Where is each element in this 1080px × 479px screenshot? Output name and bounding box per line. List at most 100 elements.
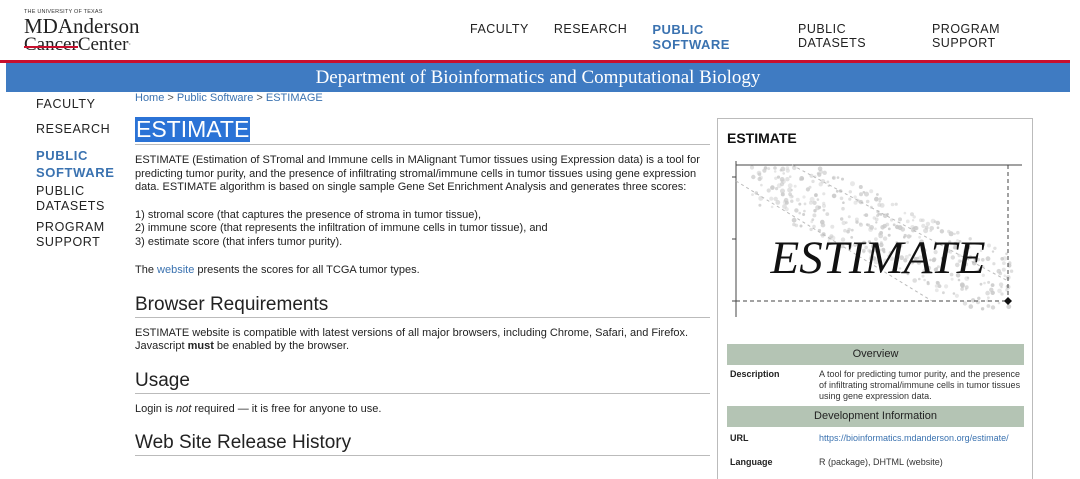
url-row: URL https://bioinformatics.mdanderson.or… — [727, 427, 1024, 448]
scatter-dot — [822, 192, 826, 196]
top-nav-faculty[interactable]: FACULTY — [470, 22, 529, 52]
scatter-dot — [869, 189, 874, 194]
scatter-dot — [855, 220, 859, 224]
scatter-dot — [842, 201, 845, 204]
estimate-logo-image: ESTIMATE — [732, 161, 1022, 317]
scatter-dot — [858, 185, 863, 189]
scatter-dot — [773, 166, 777, 170]
side-nav-public-software[interactable]: PUBLIC SOFTWARE — [36, 147, 116, 181]
scatter-dot — [794, 208, 799, 213]
top-nav-public-software[interactable]: PUBLIC SOFTWARE — [652, 22, 773, 52]
scatter-dot — [998, 282, 1004, 287]
side-nav-program-support[interactable]: PROGRAM SUPPORT — [36, 220, 106, 250]
scatter-dot — [960, 287, 964, 291]
scatter-dot — [848, 197, 852, 201]
scatter-dot — [853, 195, 857, 199]
javascript-must: must — [187, 340, 214, 352]
browser-requirements-heading: Browser Requirements — [135, 294, 710, 318]
scatter-dot — [758, 195, 764, 201]
scatter-dot — [793, 184, 797, 188]
scatter-dot — [996, 268, 1002, 274]
top-nav-program-support[interactable]: PROGRAM SUPPORT — [932, 22, 1055, 52]
scatter-dot — [769, 196, 774, 201]
scatter-dot — [756, 170, 762, 176]
scatter-dot — [903, 211, 907, 215]
scatter-dot — [874, 227, 877, 231]
website-text-post: presents the scores for all TCGA tumor t… — [194, 264, 420, 276]
scatter-dot — [985, 290, 990, 296]
side-nav-faculty[interactable]: FACULTY — [36, 97, 126, 112]
javascript-text-pre: Javascript — [135, 340, 188, 352]
scatter-dot — [878, 200, 881, 203]
scatter-dot — [758, 203, 762, 207]
scatter-dot — [962, 301, 968, 306]
scatter-dot — [841, 206, 845, 211]
scatter-dot — [822, 203, 826, 208]
scatter-dot — [808, 185, 812, 189]
website-link[interactable]: website — [157, 264, 194, 276]
scatter-dot — [785, 177, 790, 182]
scatter-dot — [925, 221, 931, 227]
scatter-dot — [910, 212, 914, 217]
scatter-dot — [935, 220, 941, 226]
scatter-dot — [942, 291, 945, 295]
scatter-dot — [767, 167, 771, 171]
breadcrumb-home[interactable]: Home — [135, 92, 164, 104]
scatter-dot — [859, 192, 863, 197]
scatter-dot — [830, 224, 835, 229]
main-content: Home > Public Software > ESTIMAGE ESTIMA… — [135, 92, 710, 456]
scatter-dot — [802, 213, 806, 216]
scatter-dot — [835, 189, 839, 193]
scatter-dot — [780, 192, 785, 197]
scatter-dot — [820, 222, 826, 228]
scatter-dot — [791, 217, 797, 223]
score-item-stromal: 1) stromal score (that captures the pres… — [135, 208, 482, 221]
scatter-dot — [799, 176, 805, 181]
website-paragraph: The website presents the scores for all … — [135, 264, 710, 278]
scatter-dot — [784, 207, 789, 212]
javascript-text-post: be enabled by the browser. — [213, 340, 350, 352]
page-title: ESTIMATE — [135, 116, 251, 142]
logo-center-text: CancerCenter· — [24, 34, 132, 55]
scatter-dot — [816, 198, 820, 201]
side-nav-research[interactable]: RESEARCH — [36, 122, 126, 137]
logo-cancer-text: Cancer — [24, 34, 78, 55]
scatter-dot — [874, 196, 879, 202]
scatter-dot — [936, 226, 940, 229]
top-nav-research[interactable]: RESEARCH — [554, 22, 627, 52]
scatter-dot — [987, 243, 991, 248]
mdanderson-logo[interactable]: THE UNIVERSITY OF TEXAS MDAnderson Cance… — [24, 9, 154, 54]
scatter-dot — [816, 172, 820, 175]
description-key: Description — [730, 369, 780, 379]
scatter-dot — [773, 170, 777, 173]
scatter-dot — [878, 197, 882, 201]
scatter-dot — [803, 209, 806, 213]
intro-paragraph: ESTIMATE (Estimation of STromal and Immu… — [135, 154, 700, 193]
breadcrumb-public-software[interactable]: Public Software — [177, 92, 253, 104]
scatter-dot — [788, 175, 792, 178]
website-text-pre: The — [135, 264, 158, 276]
scatter-dot — [812, 213, 817, 218]
scatter-dot — [790, 199, 794, 203]
scatter-dot — [919, 218, 923, 222]
release-history-heading: Web Site Release History — [135, 432, 710, 456]
language-value: R (package), DHTML (website) — [819, 457, 943, 467]
scatter-dot — [1001, 267, 1006, 272]
breadcrumb-current[interactable]: ESTIMAGE — [266, 92, 323, 104]
usage-heading: Usage — [135, 370, 710, 394]
scatter-dot — [831, 193, 837, 199]
scatter-dot — [811, 218, 815, 221]
top-nav-public-datasets[interactable]: PUBLIC DATASETS — [798, 22, 907, 52]
usage-text-post: required — it is free for anyone to use. — [191, 402, 382, 415]
scatter-dot — [890, 202, 895, 207]
scatter-dot — [1000, 292, 1004, 296]
side-nav-public-datasets[interactable]: PUBLIC DATASETS — [36, 184, 106, 214]
scatter-dot — [803, 202, 807, 206]
scatter-dot — [809, 196, 815, 202]
score-item-immune: 2) immune score (that represents the inf… — [135, 222, 548, 234]
scatter-dot — [758, 175, 763, 180]
scatter-dot — [822, 170, 827, 175]
scatter-dot — [847, 215, 851, 219]
url-link[interactable]: https://bioinformatics.mdanderson.org/es… — [819, 433, 1021, 444]
scatter-dot — [811, 179, 815, 184]
